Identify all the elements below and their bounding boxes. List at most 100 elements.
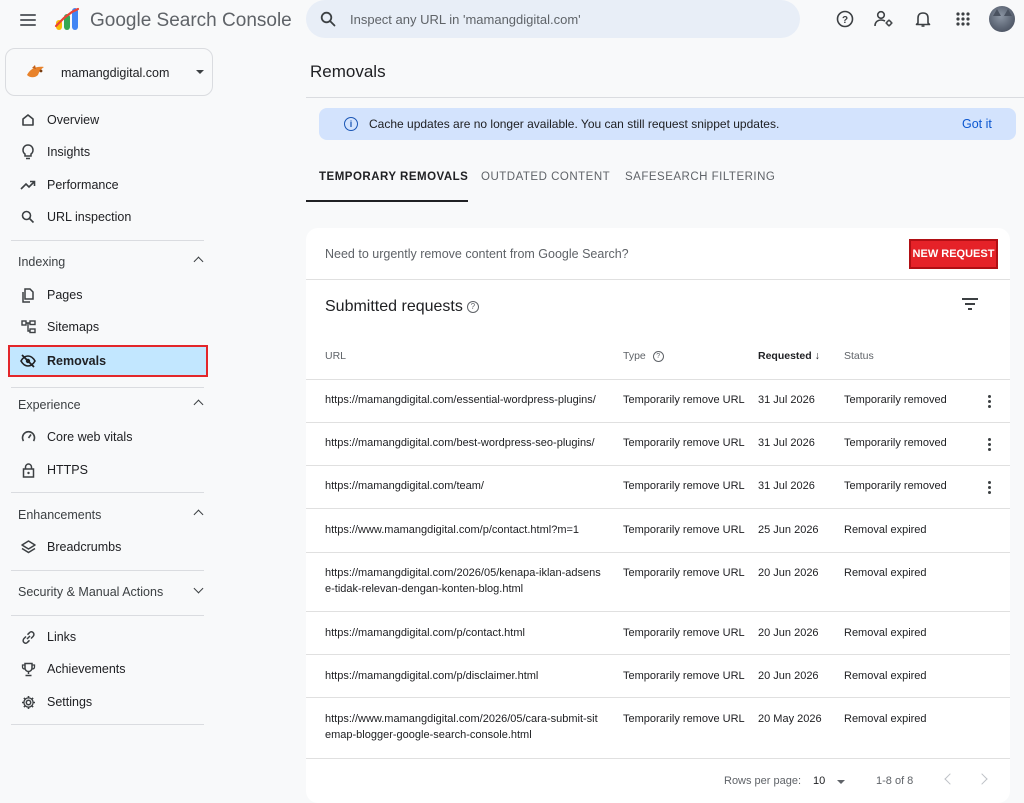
tab-temporary-removals[interactable]: TEMPORARY REMOVALS bbox=[319, 171, 468, 183]
table-row[interactable]: https://mamangdigital.com/2026/05/kenapa… bbox=[306, 552, 1010, 611]
cell-type: Temporarily remove URL bbox=[623, 394, 745, 406]
section-label: Indexing bbox=[18, 255, 66, 269]
next-page-icon[interactable] bbox=[976, 773, 988, 785]
sidebar-item-breadcrumbs[interactable]: Breadcrumbs bbox=[8, 532, 208, 562]
sidebar-item-label: Core web vitals bbox=[47, 430, 133, 444]
cell-type: Temporarily remove URL bbox=[623, 567, 745, 579]
table-row[interactable]: https://mamangdigital.com/p/disclaimer.h… bbox=[306, 654, 1010, 697]
more-vert-icon[interactable] bbox=[988, 438, 992, 452]
property-favicon-icon bbox=[27, 65, 44, 78]
cell-status: Removal expired bbox=[844, 567, 927, 579]
speed-icon bbox=[20, 429, 36, 445]
table-row[interactable]: https://mamangdigital.com/team/ Temporar… bbox=[306, 465, 1010, 508]
cell-requested: 20 May 2026 bbox=[758, 713, 822, 725]
user-settings-icon[interactable] bbox=[873, 8, 895, 30]
sidebar-item-label: Pages bbox=[47, 288, 83, 302]
sidebar-item-sitemaps[interactable]: Sitemaps bbox=[8, 312, 208, 342]
apps-grid-icon[interactable] bbox=[952, 8, 974, 30]
pagination-bar: Rows per page: 10 1-8 of 8 bbox=[306, 758, 1010, 803]
cell-url: https://mamangdigital.com/team/ bbox=[325, 480, 484, 492]
chevron-down-icon[interactable] bbox=[837, 780, 845, 784]
cell-type: Temporarily remove URL bbox=[623, 627, 745, 639]
tab-outdated-content[interactable]: OUTDATED CONTENT bbox=[481, 171, 610, 183]
column-header-type: Type ? bbox=[623, 350, 664, 362]
tab-safesearch-filtering[interactable]: SAFESEARCH FILTERING bbox=[625, 171, 775, 183]
sidebar-item-url-inspection[interactable]: URL inspection bbox=[8, 202, 208, 232]
help-icon[interactable]: ? bbox=[652, 350, 664, 362]
table-row[interactable]: https://www.mamangdigital.com/2026/05/ca… bbox=[306, 697, 1010, 758]
visibility-off-icon bbox=[20, 353, 36, 369]
cell-requested: 20 Jun 2026 bbox=[758, 670, 819, 682]
notifications-icon[interactable] bbox=[912, 8, 934, 30]
sidebar-item-links[interactable]: Links bbox=[8, 622, 208, 652]
trophy-icon bbox=[20, 661, 36, 677]
table-row[interactable]: https://mamangdigital.com/p/contact.html… bbox=[306, 611, 1010, 654]
search-icon bbox=[320, 11, 336, 27]
search-input[interactable] bbox=[350, 11, 770, 27]
sidebar-item-label: Insights bbox=[47, 145, 91, 159]
settings-icon bbox=[20, 694, 36, 710]
property-selector[interactable]: mamangdigital.com bbox=[5, 48, 213, 96]
filter-icon[interactable] bbox=[962, 298, 978, 310]
new-request-button[interactable]: NEW REQUEST bbox=[909, 239, 998, 269]
sidebar-item-label: Breadcrumbs bbox=[47, 540, 122, 554]
more-vert-icon[interactable] bbox=[988, 481, 992, 495]
section-security-manual-actions[interactable]: Security & Manual Actions bbox=[18, 580, 208, 604]
sidebar-item-label: Overview bbox=[47, 113, 100, 127]
cell-status: Removal expired bbox=[844, 524, 927, 536]
request-prompt-text: Need to urgently remove content from Goo… bbox=[325, 247, 629, 261]
table-row[interactable]: https://www.mamangdigital.com/p/contact.… bbox=[306, 508, 1010, 552]
dismiss-banner-button[interactable]: Got it bbox=[962, 117, 992, 131]
removals-card: Need to urgently remove content from Goo… bbox=[306, 228, 1010, 803]
sidebar-item-label: Links bbox=[47, 630, 77, 644]
sidebar-divider bbox=[11, 724, 204, 725]
main-menu-icon[interactable] bbox=[18, 10, 38, 30]
page-title: Removals bbox=[310, 62, 386, 81]
sidebar-item-overview[interactable]: Overview bbox=[8, 105, 208, 135]
sidebar-item-https[interactable]: HTTPS bbox=[8, 455, 208, 485]
previous-page-icon[interactable] bbox=[944, 773, 956, 785]
cell-type: Temporarily remove URL bbox=[623, 713, 745, 725]
help-icon[interactable]: ? bbox=[466, 300, 479, 313]
cell-url: https://mamangdigital.com/best-wordpress… bbox=[325, 437, 595, 449]
cell-type: Temporarily remove URL bbox=[623, 480, 745, 492]
section-indexing[interactable]: Indexing bbox=[18, 250, 208, 274]
account-avatar[interactable] bbox=[989, 6, 1015, 32]
cell-url: https://mamangdigital.com/p/contact.html bbox=[325, 627, 525, 639]
lock-icon bbox=[20, 462, 36, 478]
trending-up-icon bbox=[20, 177, 36, 193]
sidebar-item-pages[interactable]: Pages bbox=[8, 280, 208, 310]
rows-per-page-select[interactable]: 10 bbox=[813, 775, 825, 787]
sidebar-item-settings[interactable]: Settings bbox=[8, 687, 208, 717]
submitted-requests-label: Submitted requests bbox=[325, 298, 463, 315]
banner-text: Cache updates are no longer available. Y… bbox=[369, 117, 780, 131]
sidebar-divider bbox=[11, 492, 204, 493]
column-header-requested[interactable]: Requested ↓ bbox=[758, 350, 820, 362]
chevron-up-icon bbox=[193, 399, 204, 410]
sidebar-divider bbox=[11, 570, 204, 571]
sidebar-item-insights[interactable]: Insights bbox=[8, 137, 208, 167]
help-icon[interactable]: ? bbox=[834, 8, 856, 30]
more-vert-icon[interactable] bbox=[988, 395, 992, 409]
sidebar-item-removals[interactable]: Removals bbox=[8, 345, 208, 377]
rows-per-page-label: Rows per page: bbox=[724, 775, 802, 787]
sidebar-item-achievements[interactable]: Achievements bbox=[8, 654, 208, 684]
cell-url-line-2: e-tidak-relevan-dengan-konten-blog.html bbox=[325, 583, 524, 595]
sidebar-divider bbox=[11, 387, 204, 388]
url-inspect-search[interactable] bbox=[306, 0, 800, 38]
section-experience[interactable]: Experience bbox=[18, 393, 208, 417]
sidebar-item-label: Achievements bbox=[47, 662, 126, 676]
cell-status: Temporarily removed bbox=[844, 394, 947, 406]
sidebar-item-performance[interactable]: Performance bbox=[8, 170, 208, 200]
sidebar-item-core-web-vitals[interactable]: Core web vitals bbox=[8, 422, 208, 452]
table-row[interactable]: https://mamangdigital.com/essential-word… bbox=[306, 379, 1010, 422]
cell-status: Removal expired bbox=[844, 713, 927, 725]
chevron-down-icon bbox=[193, 583, 204, 594]
cell-status: Removal expired bbox=[844, 670, 927, 682]
app-title: Google Search Console bbox=[90, 10, 292, 31]
column-type-label: Type bbox=[623, 350, 646, 362]
section-enhancements[interactable]: Enhancements bbox=[18, 503, 208, 527]
table-row[interactable]: https://mamangdigital.com/best-wordpress… bbox=[306, 422, 1010, 465]
cell-requested: 20 Jun 2026 bbox=[758, 567, 819, 579]
cell-requested: 31 Jul 2026 bbox=[758, 480, 815, 492]
